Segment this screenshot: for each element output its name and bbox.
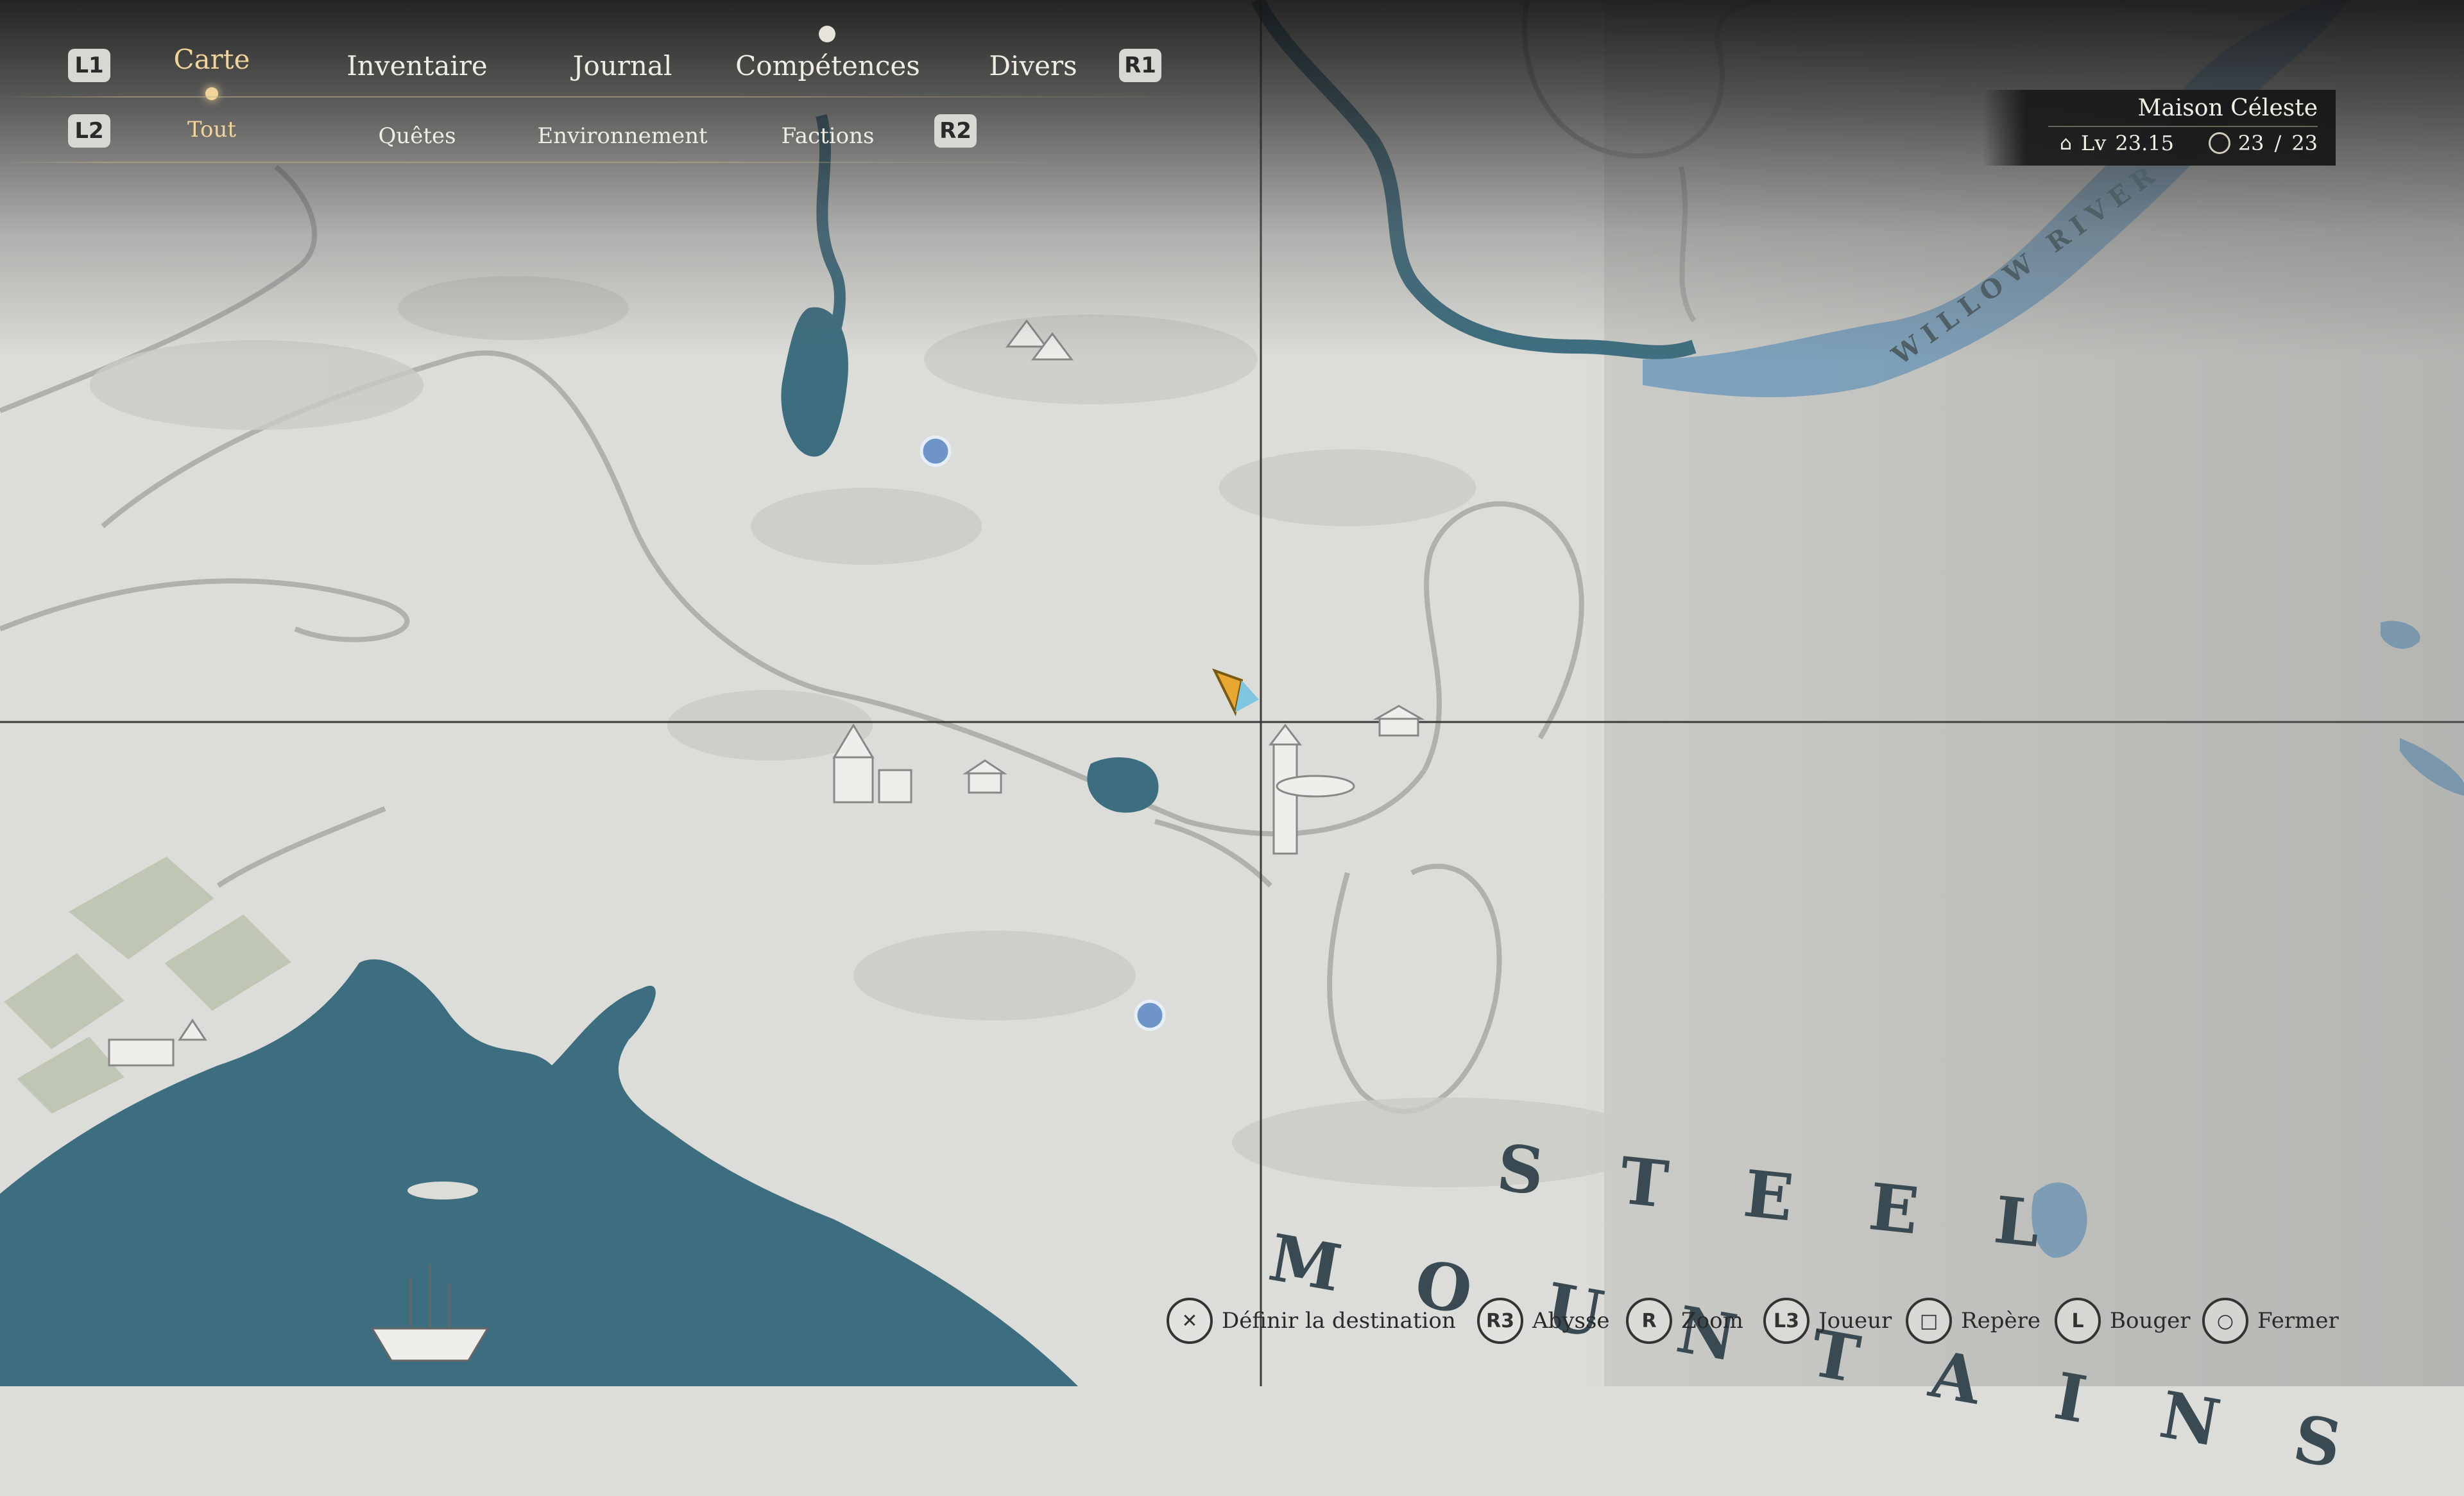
waypoint-icon xyxy=(1134,999,1166,1031)
r-stick-icon: R xyxy=(1626,1298,1672,1344)
control-label: Définir la destination xyxy=(1222,1308,1456,1334)
subtab-quetes[interactable]: Quêtes xyxy=(378,123,456,149)
control-label: Fermer xyxy=(2257,1308,2339,1334)
tab-inventaire[interactable]: Inventaire xyxy=(346,50,488,82)
count-max: 23 xyxy=(2291,131,2318,155)
info-divider xyxy=(2048,126,2318,127)
control-marker[interactable]: □ Repère xyxy=(1906,1295,2041,1346)
tab-competences[interactable]: Compétences xyxy=(735,50,920,82)
level-icon: ⌂ xyxy=(2060,132,2073,155)
location-info-panel: Maison Céleste ⌂ Lv 23.15 23 / 23 xyxy=(1983,90,2336,166)
control-label: Abysse xyxy=(1532,1308,1610,1334)
control-set-destination[interactable]: ✕ Définir la destination xyxy=(1167,1295,1456,1346)
count-row: 23 / 23 xyxy=(2208,131,2318,155)
tab-divers[interactable]: Divers xyxy=(989,50,1077,82)
count-value: 23 xyxy=(2237,131,2264,155)
l-stick-icon: L xyxy=(2055,1298,2101,1344)
r2-button[interactable]: R2 xyxy=(934,114,977,148)
tab-journal[interactable]: Journal xyxy=(573,50,672,82)
control-zoom[interactable]: R Zoom xyxy=(1626,1295,1743,1346)
control-label: Zoom xyxy=(1681,1308,1743,1334)
location-name: Maison Céleste xyxy=(2137,95,2318,121)
level-label: Lv xyxy=(2081,131,2107,155)
notification-icon xyxy=(819,26,835,42)
l3-stick-icon: L3 xyxy=(1763,1298,1810,1344)
count-separator: / xyxy=(2274,131,2282,155)
control-label: Joueur xyxy=(1818,1308,1892,1334)
control-move[interactable]: L Bouger xyxy=(2055,1295,2191,1346)
control-abyss[interactable]: R3 Abysse xyxy=(1477,1295,1610,1346)
level-value: 23.15 xyxy=(2115,131,2174,155)
circle-button-icon: ○ xyxy=(2202,1298,2248,1344)
level-row: ⌂ Lv 23.15 xyxy=(2060,131,2174,155)
r1-button[interactable]: R1 xyxy=(1119,49,1161,82)
l1-button[interactable]: L1 xyxy=(68,49,110,82)
control-label: Bouger xyxy=(2110,1308,2191,1334)
control-close[interactable]: ○ Fermer xyxy=(2202,1295,2339,1346)
waypoint-icon xyxy=(920,435,952,467)
subtab-factions[interactable]: Factions xyxy=(782,123,875,149)
cross-button-icon: ✕ xyxy=(1167,1298,1213,1344)
active-tab-indicator-icon xyxy=(205,87,218,100)
subtab-divider xyxy=(0,162,1091,163)
shield-icon xyxy=(2208,132,2230,154)
subtab-environnement[interactable]: Environnement xyxy=(537,123,707,149)
subtab-tout[interactable]: Tout xyxy=(187,117,236,142)
tab-carte[interactable]: Carte xyxy=(174,44,250,75)
square-button-icon: □ xyxy=(1906,1298,1952,1344)
control-player[interactable]: L3 Joueur xyxy=(1763,1295,1892,1346)
l2-button[interactable]: L2 xyxy=(68,114,110,148)
tab-divider xyxy=(0,96,1219,98)
r3-stick-icon: R3 xyxy=(1477,1298,1523,1344)
control-label: Repère xyxy=(1961,1308,2041,1334)
